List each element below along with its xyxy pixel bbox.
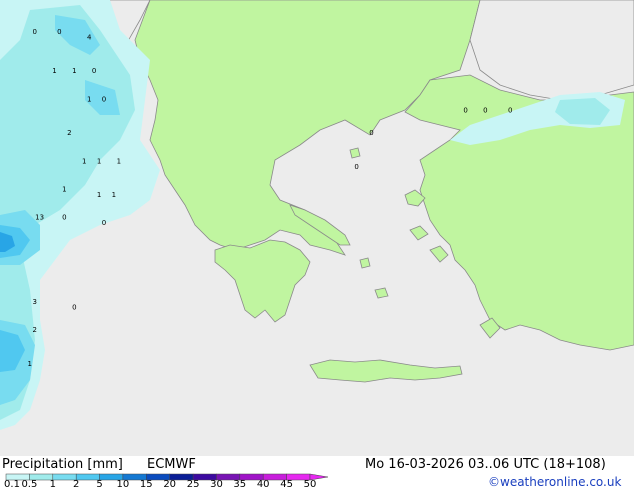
precip-value-label: 4 [87,33,92,41]
precip-value-label: 2 [32,326,36,334]
legend-tick-label: 5 [96,479,103,490]
precip-value-label: 0 [483,107,487,115]
precip-value-label: 0 [102,219,106,227]
precip-value-label: 0 [369,129,373,137]
precip-value-label: 2 [67,129,71,137]
legend-tick-label: 2 [73,479,80,490]
legend-tick-label: 10 [116,479,130,490]
legend-tick-label: 0.1 [4,479,20,490]
precip-value-label: 1 [27,360,31,368]
precip-value-label: 1 [82,157,86,165]
precip-value-label: 0 [32,28,36,36]
precip-value-label: 0 [62,214,66,222]
precip-value-label: 1 [97,191,101,199]
legend-tick-label: 20 [163,479,177,490]
precip-value-label: 1 [62,185,66,193]
precip-value-label: 3 [32,298,36,306]
legend-tick-label: 40 [256,479,270,490]
precip-value-label: 0 [354,163,358,171]
legend-tick-label: 50 [303,479,317,490]
legend-tick-labels: 0.1 0.5 1 2 5 10 15 20 25 30 35 40 45 50 [0,480,634,490]
precip-value-label: 0 [92,67,96,75]
precip-value-label: 0 [102,95,106,103]
legend-tick-label: 25 [186,479,200,490]
precip-value-label: 1 [117,157,121,165]
precip-value-label: 0 [72,304,76,312]
precip-value-label: 0 [463,107,467,115]
precip-value-label: 1 [112,191,116,199]
precip-value-label: 13 [35,214,44,222]
precip-value-label: 1 [72,67,76,75]
legend-tick-label: 15 [139,479,153,490]
model-name: ECMWF [147,457,196,472]
precip-value-label: 1 [97,157,101,165]
precip-value-label: 0 [508,107,512,115]
legend-tick-label: 30 [210,479,223,490]
precip-value-label: 1 [87,95,91,103]
product-title: Precipitation [mm] [2,457,123,472]
legend-tick-label: 1 [49,479,56,490]
legend-tick-label: 0.5 [21,479,38,490]
legend-tick-label: 45 [280,479,293,490]
precip-value-label: 0 [57,28,61,36]
precipitation-map: 0 0 4 1 1 0 1 0 2 1 1 1 1 1 1 13 0 0 3 0 2 1 0 0 0 0 0 [0,0,634,456]
valid-time: Mo 16-03-2026 03..06 UTC (18+108) [365,457,606,472]
legend-tick-label: 35 [233,479,247,490]
precip-value-label: 1 [52,67,56,75]
